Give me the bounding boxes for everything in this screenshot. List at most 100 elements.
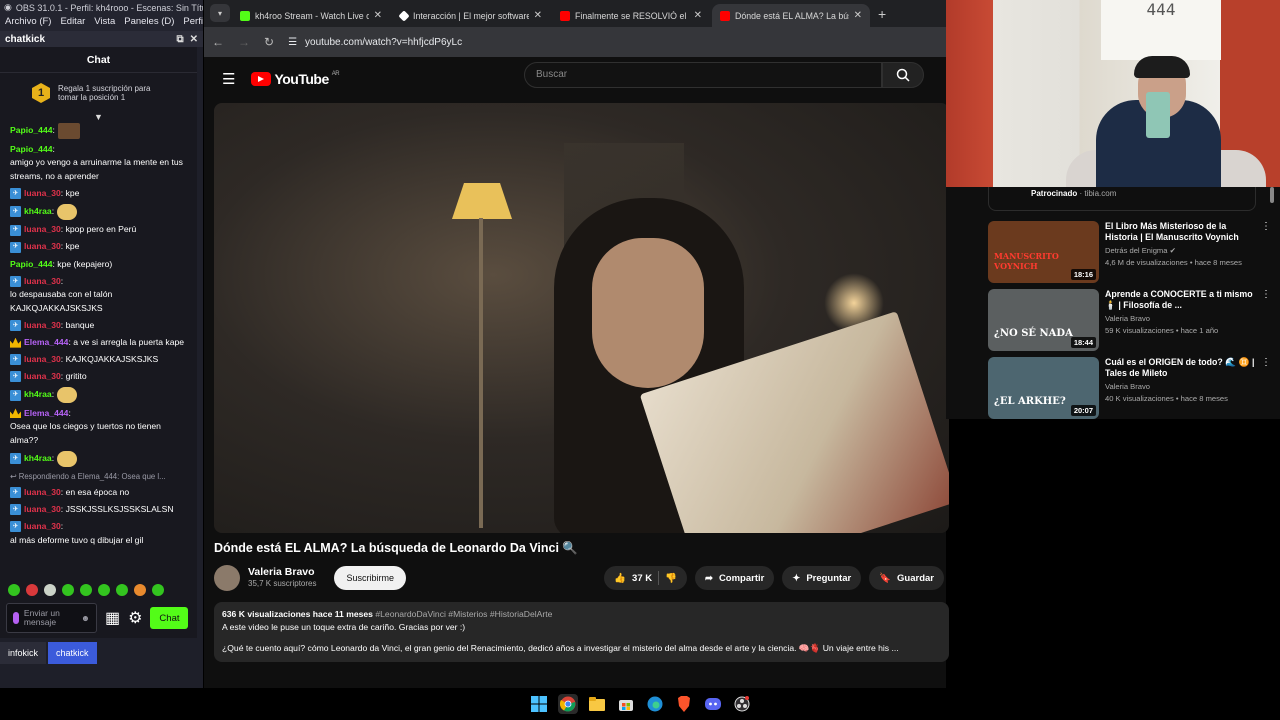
video-thumbnail[interactable]: MANUSCRITO VOYNICH 18:16 [988, 221, 1099, 283]
close-tab-icon[interactable]: ✕ [374, 10, 382, 21]
browser-tab[interactable]: Finalmente se RESOLVIÓ el MA ✕ [552, 4, 710, 27]
emote-icon[interactable] [26, 584, 38, 596]
search-button[interactable] [882, 62, 924, 88]
emote-icon[interactable] [8, 584, 20, 596]
close-tab-icon[interactable]: ✕ [854, 10, 862, 21]
send-chat-button[interactable]: Chat [150, 607, 189, 629]
chrome-icon[interactable] [557, 694, 578, 714]
close-tab-icon[interactable]: ✕ [694, 10, 702, 21]
chat-messages: Papio_444: Papio_444: amigo yo vengo a a… [0, 123, 197, 547]
chat-username[interactable]: Elema_444 [24, 336, 68, 350]
rec-title[interactable]: Aprende a CONOCERTE a ti mismo 🕯️ | Filo… [1105, 289, 1255, 311]
emote-icon[interactable] [98, 584, 110, 596]
emote-icon[interactable] [152, 584, 164, 596]
recommended-video[interactable]: ¿NO SÉ NADA 18:44 Aprende a CONOCERTE a … [988, 289, 1278, 353]
chat-username[interactable]: luana_30 [24, 223, 61, 237]
chat-username[interactable]: luana_30 [24, 370, 61, 384]
menu-view[interactable]: Vista [94, 16, 115, 30]
video-thumbnail[interactable]: ¿NO SÉ NADA 18:44 [988, 289, 1099, 351]
tab-infokick[interactable]: infokick [0, 642, 47, 664]
discord-icon[interactable] [703, 694, 723, 714]
chat-username[interactable]: Elema_444 [24, 407, 68, 421]
chat-username[interactable]: luana_30 [24, 520, 61, 534]
more-options-icon[interactable]: ⋮ [1261, 357, 1271, 421]
site-info-icon[interactable]: ☰ [288, 37, 297, 48]
video-description[interactable]: 636 K visualizaciones hace 11 meses #Leo… [214, 602, 949, 662]
forward-icon[interactable]: → [238, 35, 250, 49]
chat-username[interactable]: Papio_444 [10, 143, 53, 157]
channel-name[interactable]: Valeria Bravo [248, 567, 316, 578]
menu-file[interactable]: Archivo (F) [5, 16, 51, 30]
subscribe-button[interactable]: Suscribirme [334, 566, 406, 590]
obs-icon[interactable] [732, 694, 752, 714]
store-icon[interactable]: ▦ [105, 608, 120, 628]
search-input[interactable]: Buscar [524, 62, 882, 88]
like-count[interactable]: 37 K [632, 573, 652, 584]
chat-username[interactable]: luana_30 [24, 503, 61, 517]
rec-channel-name[interactable]: Detrás del Enigma [1105, 246, 1167, 255]
chat-username[interactable]: luana_30 [24, 353, 61, 367]
menu-icon[interactable]: ☰ [222, 70, 235, 88]
file-explorer-icon[interactable] [587, 694, 607, 714]
edge-icon[interactable] [645, 694, 665, 714]
emote-icon[interactable] [134, 584, 146, 596]
store-icon[interactable] [616, 694, 636, 714]
collapse-arrow-icon[interactable]: ▼ [0, 113, 197, 123]
reload-icon[interactable]: ↻ [264, 35, 274, 49]
chat-username[interactable]: luana_30 [24, 187, 61, 201]
close-tab-icon[interactable]: ✕ [534, 10, 542, 21]
chat-username[interactable]: luana_30 [24, 319, 61, 333]
share-button[interactable]: ➦ Compartir [694, 566, 775, 590]
chat-username[interactable]: Papio_444 [10, 124, 53, 138]
more-options-icon[interactable]: ⋮ [1261, 221, 1271, 285]
menu-profile[interactable]: Perfil [183, 16, 203, 30]
emoji-icon[interactable]: ☻ [81, 613, 90, 623]
chat-username[interactable]: kh4raa [24, 452, 52, 466]
like-icon[interactable]: 👍 [614, 573, 626, 584]
close-icon[interactable]: ✕ [190, 34, 198, 45]
emote-icon[interactable] [62, 584, 74, 596]
more-options-icon[interactable]: ⋮ [1261, 289, 1271, 353]
chat-username[interactable]: kh4raa [24, 388, 52, 402]
channel-avatar[interactable] [214, 565, 240, 591]
gift-sub-banner[interactable]: 1 Regala 1 suscripción para tomar la pos… [0, 73, 197, 113]
chat-username[interactable]: luana_30 [24, 275, 61, 289]
recommended-video[interactable]: ¿EL ARKHE? 20:07 Cuál es el ORIGEN de to… [988, 357, 1278, 421]
browser-tab[interactable]: kh4roo Stream - Watch Live on ✕ [232, 4, 390, 27]
emote-icon[interactable] [116, 584, 128, 596]
tab-chatkick[interactable]: chatkick [48, 642, 97, 664]
youtube-logo[interactable]: YouTube AR [251, 71, 340, 87]
tab-search-icon[interactable]: ▾ [210, 4, 230, 22]
recommended-video[interactable]: MANUSCRITO VOYNICH 18:16 El Libro Más Mi… [988, 221, 1278, 285]
chat-username[interactable]: luana_30 [24, 486, 61, 500]
menu-edit[interactable]: Editar [60, 16, 85, 30]
emote-icon[interactable] [44, 584, 56, 596]
brave-icon[interactable] [674, 694, 694, 714]
rec-channel-name[interactable]: Valeria Bravo [1105, 313, 1255, 325]
browser-tab[interactable]: Interacción | El mejor software ✕ [392, 4, 550, 27]
menu-docks[interactable]: Paneles (D) [124, 16, 174, 30]
scrollbar[interactable] [1270, 187, 1274, 203]
back-icon[interactable]: ← [212, 35, 224, 49]
chat-username[interactable]: kh4raa [24, 205, 52, 219]
settings-gear-icon[interactable]: ⚙ [128, 608, 142, 628]
hashtags[interactable]: #LeonardoDaVinci #Misterios #HistoriaDel… [375, 609, 552, 619]
save-button[interactable]: 🔖 Guardar [869, 566, 944, 590]
rec-title[interactable]: El Libro Más Misterioso de la Historia |… [1105, 221, 1255, 243]
chat-username[interactable]: luana_30 [24, 240, 61, 254]
new-tab-icon[interactable]: + [878, 6, 886, 22]
ask-button[interactable]: ✦ Preguntar [782, 566, 862, 590]
omnibox[interactable]: ☰ youtube.com/watch?v=hhfjcdP6yLc [288, 37, 462, 48]
dislike-icon[interactable]: 👎 [665, 573, 677, 584]
video-player[interactable] [214, 103, 949, 533]
rec-channel-name[interactable]: Valeria Bravo [1105, 381, 1255, 393]
undock-icon[interactable]: ⧉ [176, 34, 183, 45]
browser-tab-active[interactable]: Dónde está EL ALMA? La búsque ✕ [712, 4, 870, 27]
emote-icon[interactable] [80, 584, 92, 596]
rec-title[interactable]: Cuál es el ORIGEN de todo? 🌊 ♊ | Tales d… [1105, 357, 1255, 379]
chat-input[interactable]: Enviar un mensaje ☻ [6, 603, 97, 633]
windows-start-icon[interactable] [529, 694, 549, 714]
sponsored-card[interactable]: Patrocinado · tibia.com [988, 187, 1256, 211]
video-thumbnail[interactable]: ¿EL ARKHE? 20:07 [988, 357, 1099, 419]
chat-username[interactable]: Papio_444 [10, 258, 53, 272]
